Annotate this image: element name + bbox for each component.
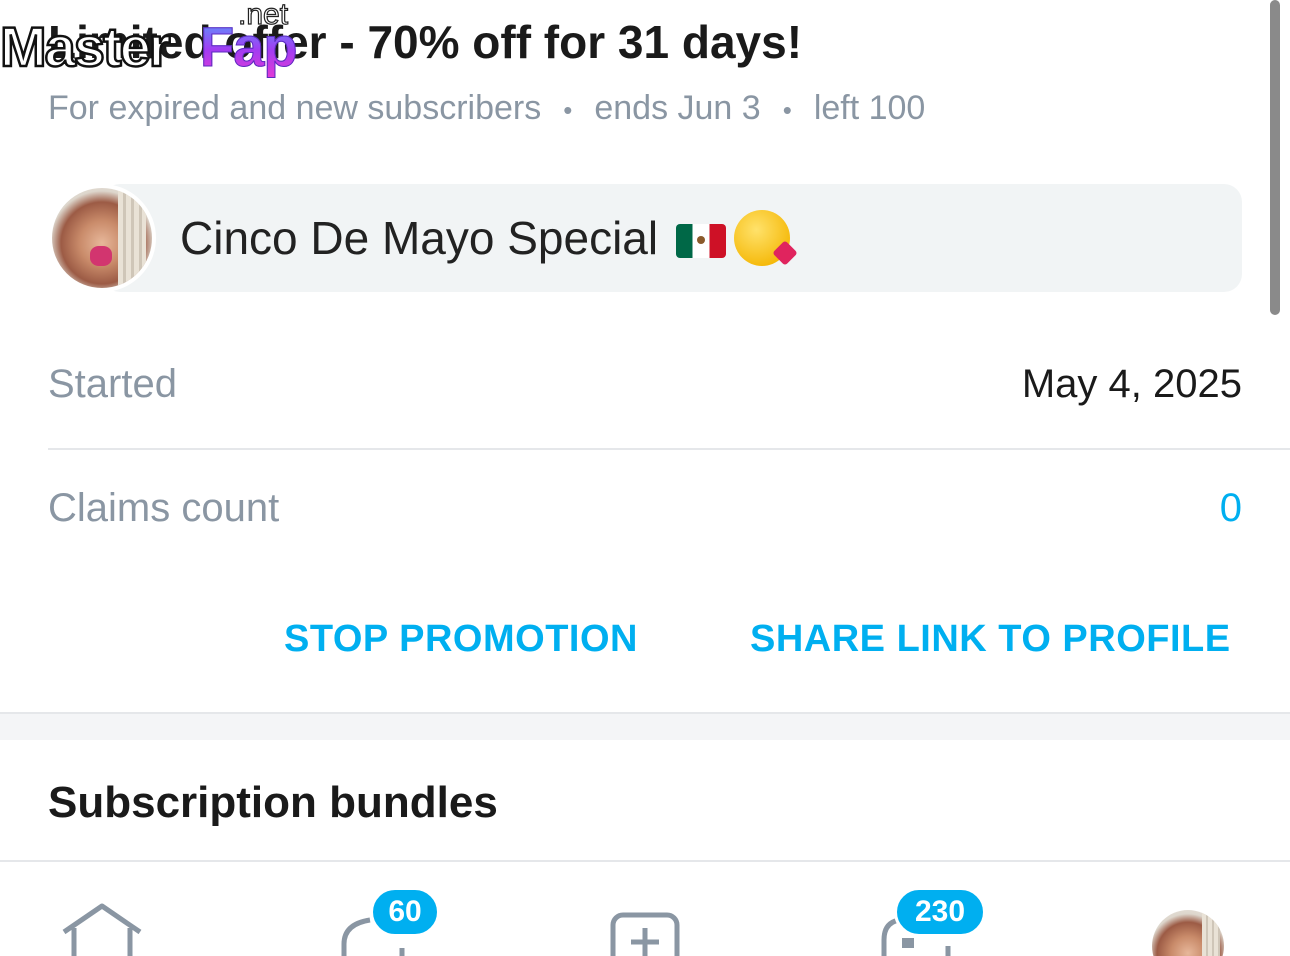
stop-promotion-button[interactable]: STOP PROMOTION [284, 618, 638, 661]
promotion-message: Cinco De Mayo Special [48, 184, 1242, 292]
claims-count-label: Claims count [48, 486, 280, 530]
nav-top-divider [0, 860, 1290, 862]
messages-count-badge: 60 [370, 887, 440, 937]
watermark-logo: Master Fap .net [0, 0, 310, 82]
subscription-bundles-heading: Subscription bundles [48, 778, 498, 827]
section-gap [0, 714, 1290, 740]
creator-avatar[interactable] [48, 184, 156, 292]
mexico-flag-icon [676, 224, 727, 258]
row-divider [48, 448, 1290, 450]
separator-dot: • [782, 95, 792, 126]
promotion-screen: Limited offer - 70% off for 31 days! Mas… [0, 0, 1290, 956]
notifications-count-badge: 230 [894, 887, 986, 937]
kissing-face-emoji-icon [734, 210, 791, 266]
nav-home-button[interactable] [58, 900, 148, 956]
watermark-text-net: .net [237, 0, 289, 32]
message-text-line: Cinco De Mayo Special [180, 208, 791, 268]
watermark-text-master: Master [0, 14, 172, 80]
add-post-icon [610, 912, 680, 956]
nav-add-post-button[interactable] [608, 900, 698, 956]
claims-count-value[interactable]: 0 [1220, 486, 1242, 531]
promotion-meta: For expired and new subscribers • ends Jun… [48, 88, 925, 130]
started-label: Started [48, 362, 177, 406]
separator-dot: • [563, 95, 573, 126]
share-link-to-profile-button[interactable]: SHARE LINK TO PROFILE [750, 618, 1231, 661]
promotion-audience: For expired and new subscribers [48, 89, 542, 127]
scrollbar[interactable] [1270, 0, 1280, 315]
started-value: May 4, 2025 [1021, 362, 1242, 406]
nav-profile-avatar[interactable] [1152, 910, 1224, 956]
home-icon [62, 903, 142, 956]
message-text: Cinco De Mayo Special [180, 212, 659, 264]
promotion-end-date: ends Jun 3 [594, 89, 761, 127]
promotion-remaining: left 100 [813, 89, 926, 127]
